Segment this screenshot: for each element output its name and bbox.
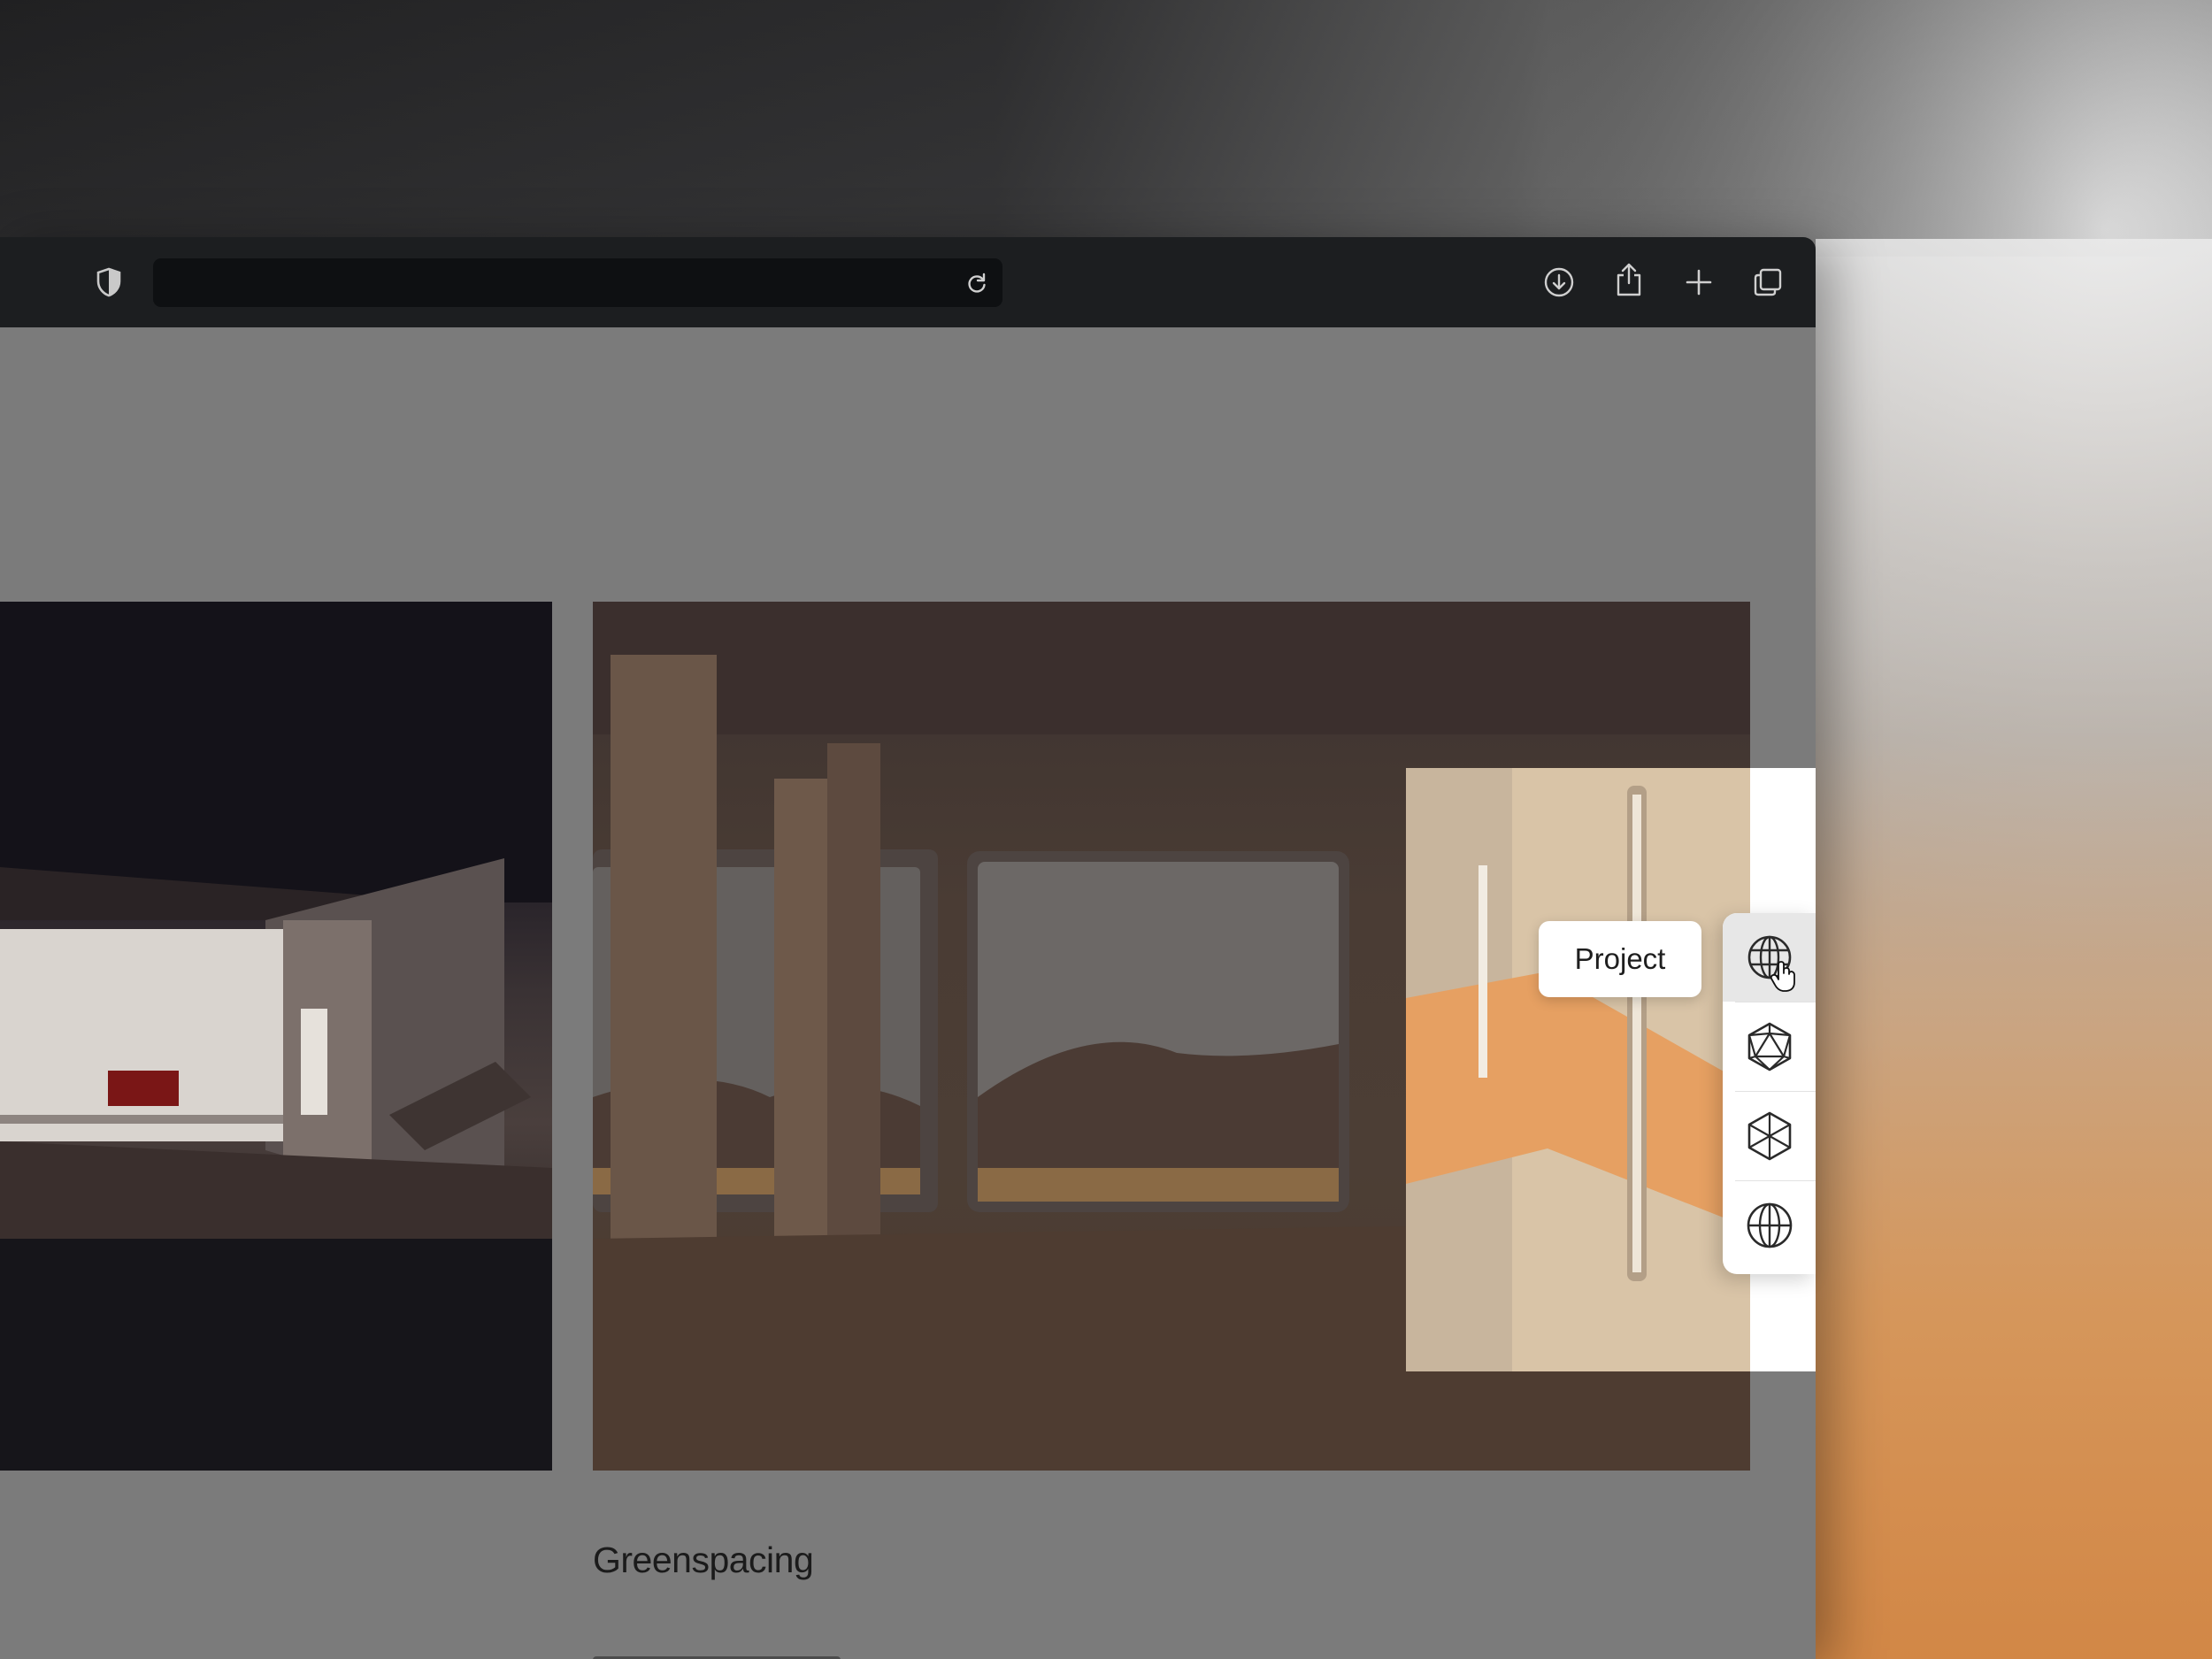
reload-icon[interactable] bbox=[957, 264, 996, 303]
tool-globe-button[interactable] bbox=[1723, 913, 1816, 1002]
project-title[interactable]: Greenspacing bbox=[593, 1540, 814, 1581]
project-subtitle-cutoff bbox=[593, 1637, 858, 1659]
address-bar[interactable] bbox=[153, 258, 1002, 307]
download-icon[interactable] bbox=[1540, 263, 1578, 302]
browser-toolbar bbox=[0, 237, 1816, 328]
icosahedron-icon bbox=[1747, 1022, 1791, 1071]
project-image-interior-left[interactable] bbox=[0, 602, 552, 1471]
cube-icon bbox=[1747, 1111, 1791, 1161]
shield-icon[interactable] bbox=[89, 263, 128, 302]
tool-tooltip: Project bbox=[1539, 921, 1701, 997]
desktop-backdrop-top bbox=[0, 0, 2212, 257]
tool-cube-button[interactable] bbox=[1723, 1092, 1816, 1180]
share-icon[interactable] bbox=[1609, 260, 1648, 299]
preview-thumbnail bbox=[1406, 768, 1750, 1371]
hand-cursor-icon bbox=[1770, 961, 1795, 992]
new-tab-icon[interactable] bbox=[1679, 263, 1718, 302]
desktop-backdrop-right bbox=[1816, 239, 2212, 1659]
extension-icon-dock bbox=[1723, 913, 1816, 1274]
tool-icosahedron-button[interactable] bbox=[1723, 1002, 1816, 1091]
tabs-overview-icon[interactable] bbox=[1748, 263, 1787, 302]
tool-world-button[interactable] bbox=[1723, 1181, 1816, 1270]
world-icon bbox=[1747, 1202, 1792, 1248]
